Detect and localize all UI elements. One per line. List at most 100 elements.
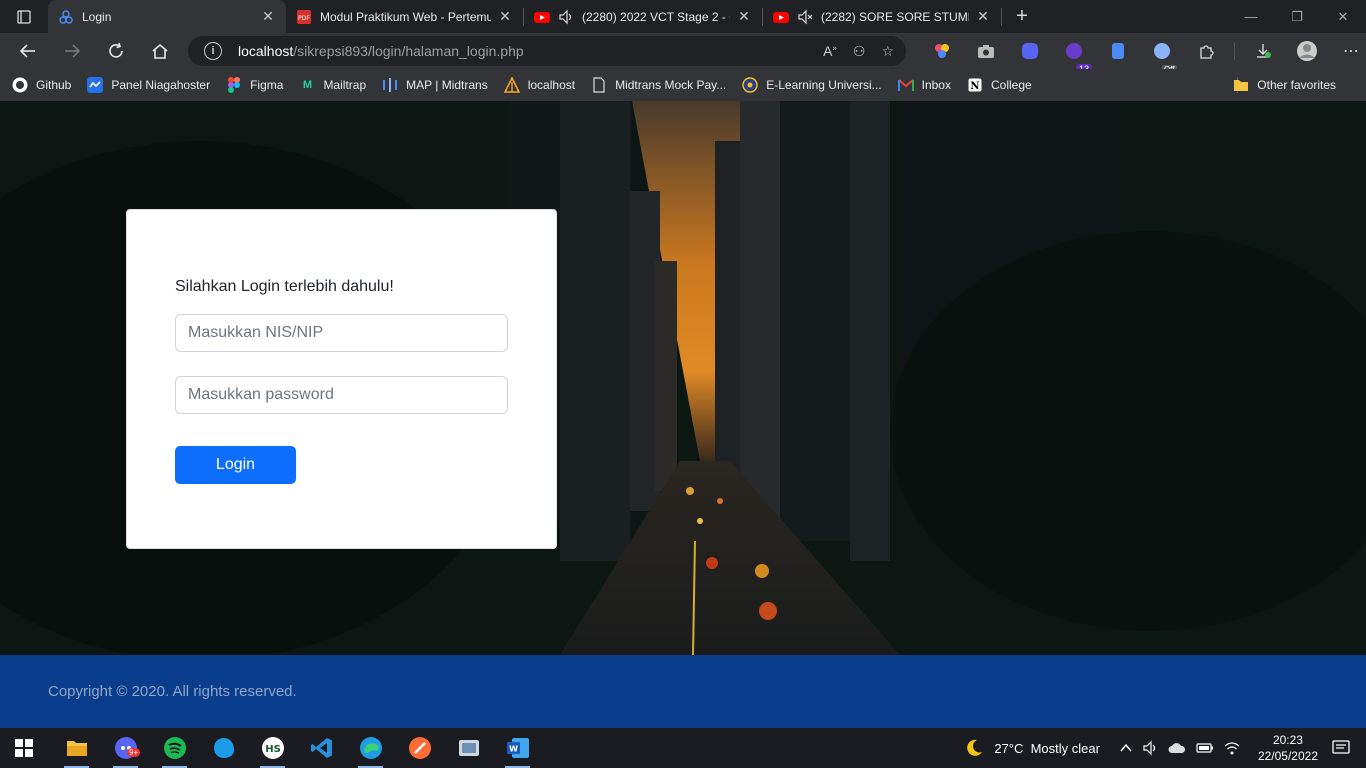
page-viewport: Silahkan Login terlebih dahulu! Login Co…	[0, 101, 1366, 728]
screenshot-extension-icon[interactable]	[964, 43, 1008, 59]
page-icon	[591, 77, 607, 93]
close-icon[interactable]: ✕	[497, 8, 513, 25]
snipping-tool-icon	[458, 740, 479, 756]
wifi-icon	[1224, 742, 1240, 755]
bookmark-mailtrap[interactable]: M Mailtrap	[299, 77, 366, 93]
vscode-icon	[310, 738, 332, 758]
color-picker-extension-icon[interactable]	[920, 43, 964, 59]
pdf-favicon: PDF	[296, 9, 312, 25]
tab-actions-icon	[17, 9, 31, 24]
close-icon[interactable]: ✕	[260, 8, 276, 25]
taskbar-word[interactable]: W	[493, 728, 542, 768]
profile-switch-icon[interactable]: ⚇	[853, 43, 866, 60]
new-tab-button[interactable]: +	[1002, 0, 1042, 33]
wifi-tray[interactable]	[1224, 741, 1240, 755]
notifications-extension-icon[interactable]: 13	[1052, 43, 1096, 74]
bookmark-figma[interactable]: Figma	[226, 77, 283, 93]
battery-tray[interactable]	[1196, 742, 1214, 754]
clock[interactable]: 20:23 22/05/2022	[1258, 732, 1318, 764]
taskbar-postman[interactable]	[395, 728, 444, 768]
login-card: Silahkan Login terlebih dahulu! Login	[126, 209, 557, 549]
system-tray: 27°C Mostly clear 20:23 22/05/2022	[964, 728, 1366, 768]
bookmark-midtrans[interactable]: MAP | Midtrans	[382, 77, 488, 93]
bookmark-panel-niagahoster[interactable]: Panel Niagahoster	[87, 77, 210, 93]
login-favicon	[58, 9, 74, 25]
taskbar-edge[interactable]	[346, 728, 395, 768]
add-favorite-icon[interactable]: ☆	[881, 43, 894, 60]
bookmark-inbox[interactable]: Inbox	[897, 77, 951, 93]
muted-speaker-icon[interactable]	[797, 9, 813, 25]
close-icon[interactable]: ✕	[736, 8, 752, 25]
site-info-icon[interactable]: i	[204, 42, 222, 60]
discord-extension-icon[interactable]	[1008, 43, 1052, 59]
bookmark-localhost[interactable]: localhost	[503, 77, 575, 93]
nis-nip-input[interactable]	[175, 314, 508, 352]
hs-app-icon: HS	[261, 737, 284, 759]
back-button[interactable]	[6, 33, 50, 69]
forward-button[interactable]	[50, 33, 94, 69]
app-icon	[213, 738, 234, 758]
midtrans-icon	[382, 77, 398, 93]
bookmark-midtrans-mock[interactable]: Midtrans Mock Pay...	[591, 77, 726, 93]
bookmark-label: Inbox	[921, 78, 951, 92]
collections-extension-icon[interactable]	[1096, 43, 1140, 59]
onedrive-tray[interactable]	[1168, 742, 1186, 754]
taskbar-spotify[interactable]	[150, 728, 199, 768]
taskbar-vscode[interactable]	[297, 728, 346, 768]
taskbar-file-explorer[interactable]	[52, 728, 101, 768]
bookmark-github[interactable]: Github	[12, 77, 71, 93]
taskbar-snipping[interactable]	[444, 728, 493, 768]
tab-modul-praktikum[interactable]: PDF Modul Praktikum Web - Pertemu ✕	[286, 0, 523, 33]
windows-taskbar: 9+ HS W 27°C Mostly clear 20:23 22/05/20…	[0, 728, 1366, 768]
start-button[interactable]	[0, 728, 48, 768]
chevron-up-icon	[1120, 743, 1132, 752]
taskbar-app-blue[interactable]	[199, 728, 248, 768]
close-icon[interactable]: ✕	[975, 8, 991, 25]
taskbar-discord[interactable]: 9+	[101, 728, 150, 768]
read-aloud-icon[interactable]: A»	[823, 43, 837, 60]
other-favorites[interactable]: Other favorites	[1233, 77, 1336, 93]
puzzle-extensions-icon[interactable]	[1184, 43, 1228, 59]
back-arrow-icon	[19, 44, 35, 58]
bookmark-label: Midtrans Mock Pay...	[615, 78, 727, 92]
weather-widget[interactable]: 27°C Mostly clear	[964, 738, 1100, 758]
more-menu-icon[interactable]: ⋯	[1329, 41, 1366, 61]
taskbar-hs[interactable]: HS	[248, 728, 297, 768]
tab-vct-stage[interactable]: (2280) 2022 VCT Stage 2 - C ✕	[524, 0, 762, 33]
bookmark-elearning[interactable]: E-Learning Universi...	[742, 77, 882, 93]
github-icon	[12, 77, 28, 93]
profile-avatar-icon[interactable]	[1285, 40, 1329, 62]
tab-title: (2282) SORE SORE STUMBLI	[821, 9, 969, 24]
restore-icon[interactable]: ❐	[1274, 0, 1320, 33]
tab-login[interactable]: Login ✕	[48, 0, 286, 33]
address-bar[interactable]: i localhost/sikrepsi893/login/halaman_lo…	[188, 36, 906, 66]
notification-center-button[interactable]	[1332, 740, 1350, 756]
notion-icon: N	[967, 77, 983, 93]
tab-title: (2280) 2022 VCT Stage 2 - C	[582, 9, 730, 24]
tab-bar: Login ✕ PDF Modul Praktikum Web - Pertem…	[0, 0, 1366, 33]
speaker-icon[interactable]	[558, 9, 574, 25]
bookmark-label: Figma	[250, 78, 284, 92]
show-hidden-icons-button[interactable]	[1120, 743, 1132, 753]
notification-center-icon	[1332, 740, 1350, 754]
close-window-icon[interactable]: ✕	[1320, 0, 1366, 33]
vpn-extension-icon[interactable]: Off	[1140, 43, 1184, 74]
hero-background: Silahkan Login terlebih dahulu! Login	[0, 101, 1366, 655]
refresh-button[interactable]	[94, 33, 138, 69]
clock-time: 20:23	[1272, 733, 1303, 747]
mailtrap-icon: M	[302, 79, 313, 91]
tab-sore-sore[interactable]: (2282) SORE SORE STUMBLI ✕	[763, 0, 1001, 33]
home-button[interactable]	[138, 33, 182, 69]
bookmark-college[interactable]: N College	[967, 77, 1032, 93]
gmail-icon	[897, 77, 914, 93]
login-button[interactable]: Login	[175, 446, 296, 484]
minimize-icon[interactable]: —	[1228, 0, 1274, 33]
clock-date: 22/05/2022	[1257, 749, 1318, 763]
volume-tray[interactable]	[1142, 740, 1158, 756]
downloads-icon[interactable]	[1241, 43, 1285, 59]
bookmark-label: Panel Niagahoster	[111, 78, 211, 92]
password-input[interactable]	[175, 376, 508, 414]
tab-actions-button[interactable]	[0, 0, 48, 33]
refresh-icon	[109, 42, 123, 58]
folder-icon	[66, 741, 87, 756]
